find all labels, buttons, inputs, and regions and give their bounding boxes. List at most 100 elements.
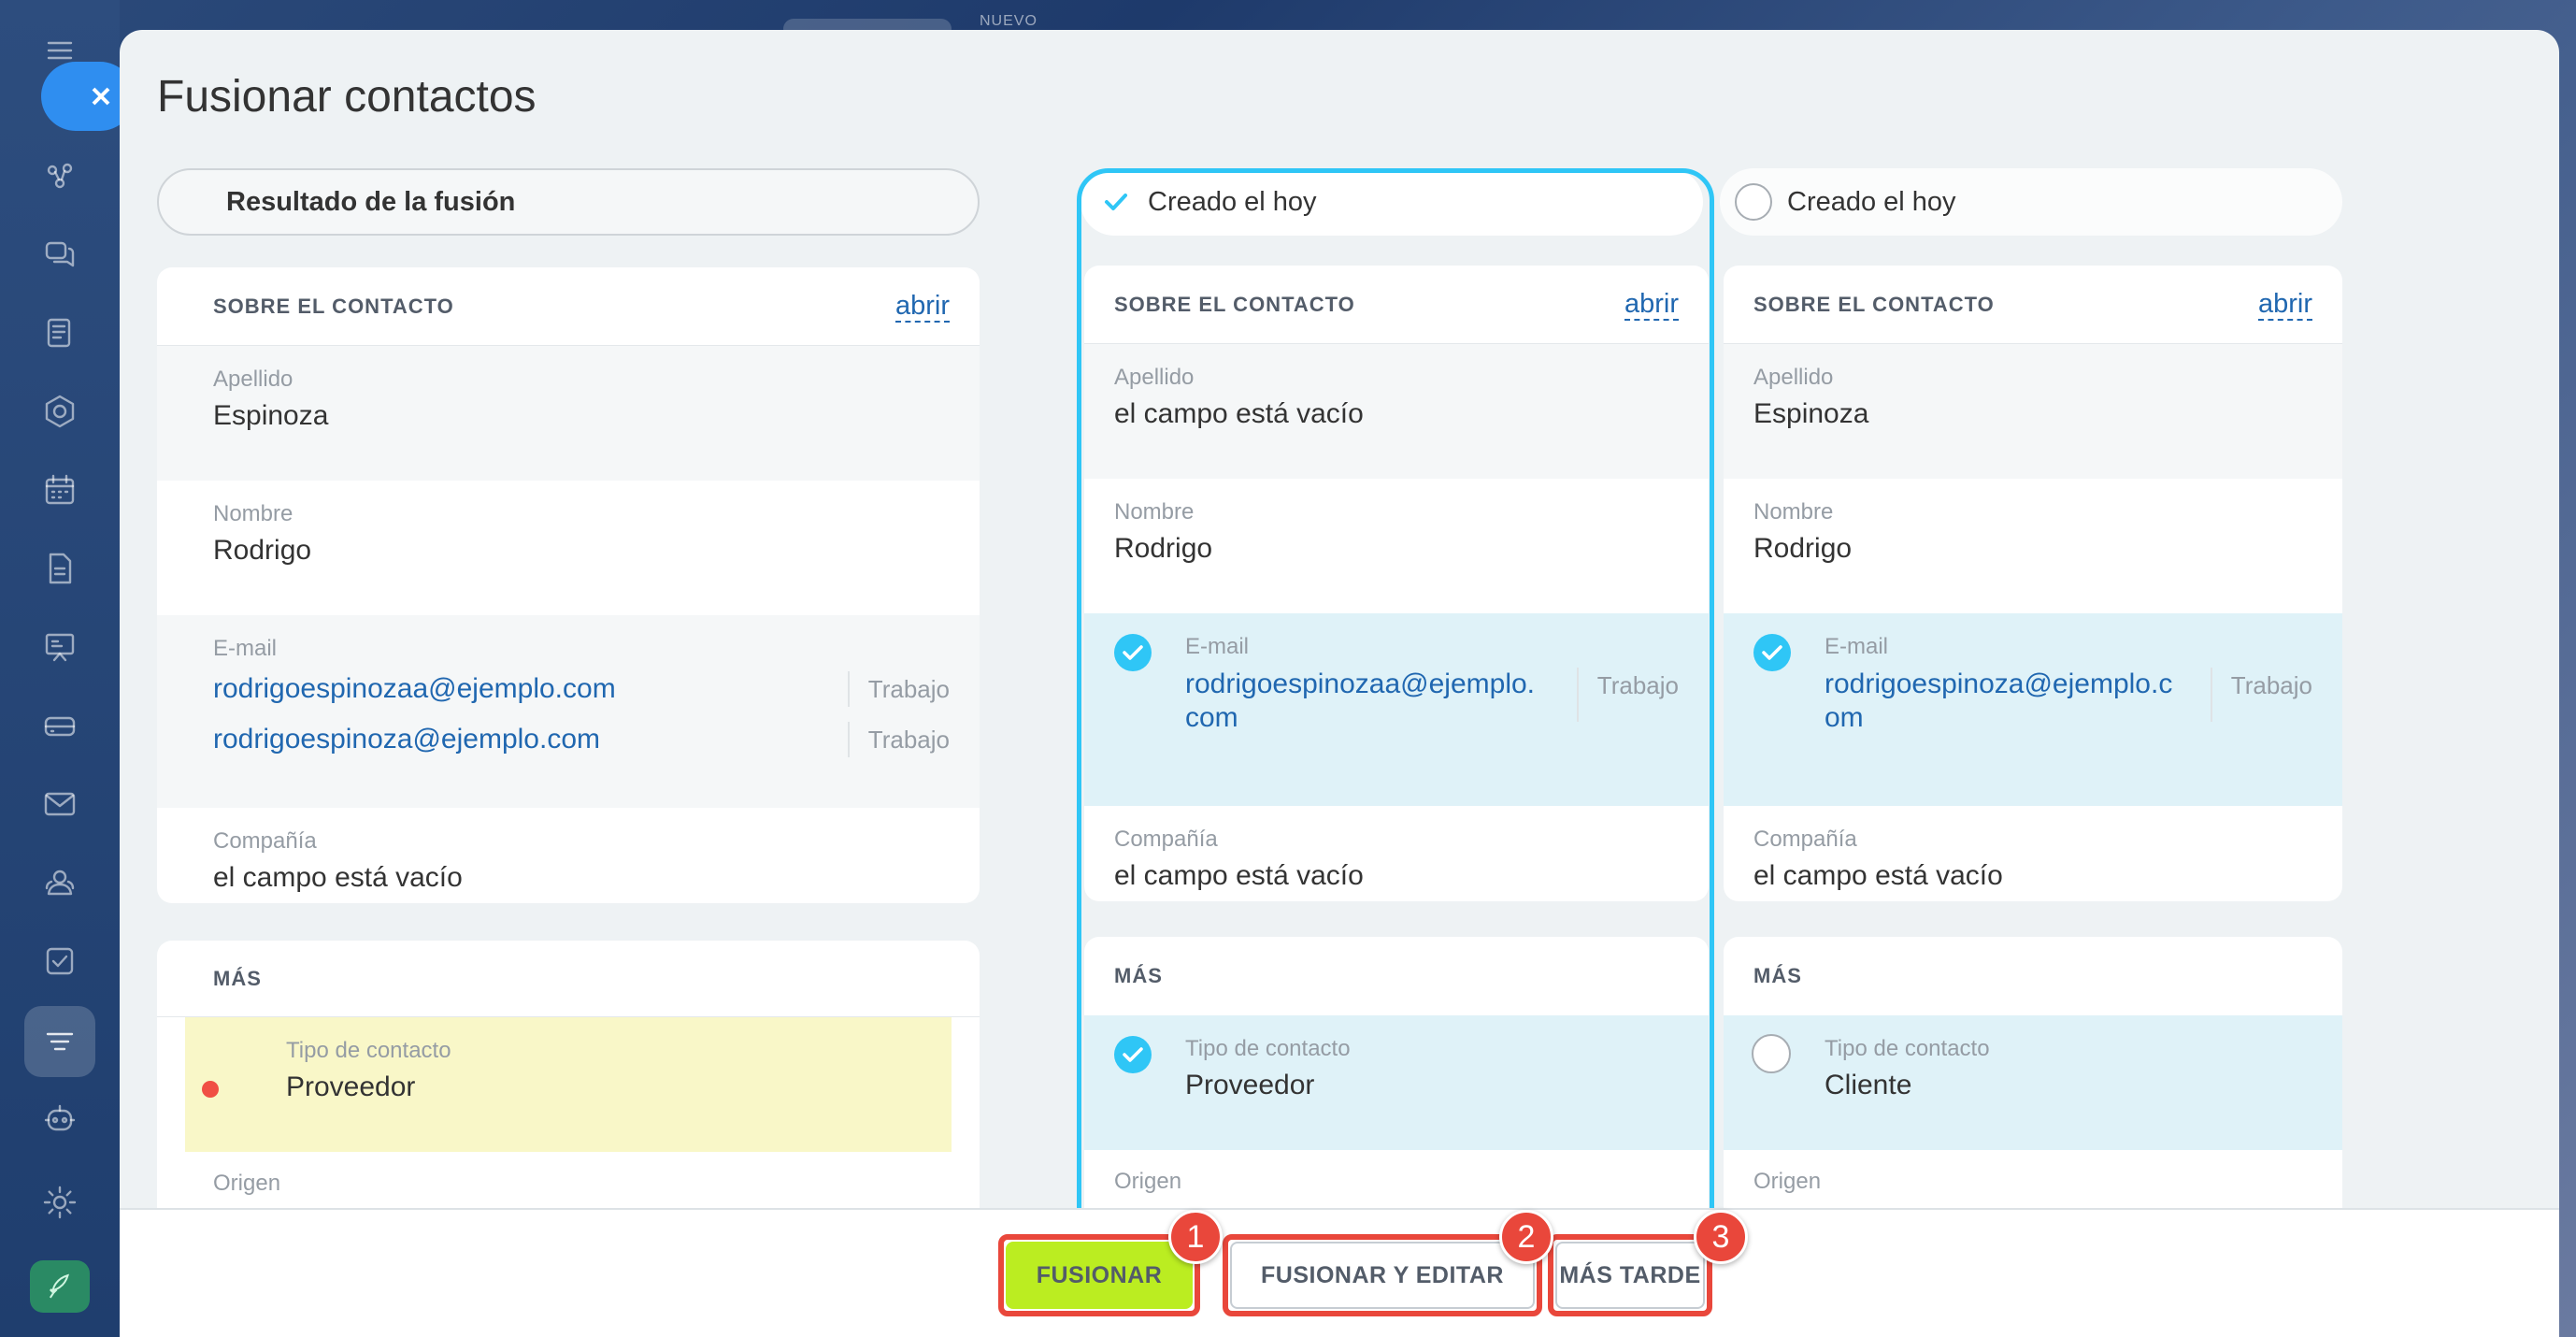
field-tipo-contacto[interactable]: Tipo de contacto Proveedor (1084, 1015, 1709, 1150)
merge-contacts-panel: Fusionar contactos Resultado de la fusió… (120, 30, 2559, 1337)
section-title: SOBRE EL CONTACTO (1114, 292, 1355, 316)
field-tipo-contacto: Tipo de contacto Proveedor (185, 1017, 952, 1152)
annotation-badge-1: 1 (1168, 1210, 1223, 1264)
field-value: el campo está vacío (1753, 860, 2003, 891)
source-column-2-label: Creado el hoy (1787, 186, 1956, 217)
check-icon[interactable] (1112, 632, 1153, 673)
email-type: Trabajo (847, 722, 950, 757)
source-column-2-radio[interactable] (1735, 183, 1772, 221)
field-nombre: Nombre Rodrigo (1084, 479, 1709, 613)
field-nombre: Nombre Rodrigo (1724, 479, 2342, 613)
field-value: Rodrigo (1114, 533, 1213, 564)
field-label: Compañía (1114, 827, 1218, 852)
field-apellido: Apellido Espinoza (157, 346, 980, 481)
field-compania: Compañía el campo está vacío (1084, 806, 1709, 901)
close-icon (92, 87, 110, 106)
field-compania: Compañía el campo está vacío (157, 808, 980, 903)
source1-about-card: SOBRE EL CONTACTO abrir Apellido el campo… (1084, 266, 1709, 901)
field-email[interactable]: E-mail rodrigoespinoza@ejemplo.c om Traba… (1724, 613, 2342, 806)
page-title: Fusionar contactos (157, 72, 537, 122)
annotation-badge-2: 2 (1499, 1210, 1553, 1264)
background-label: NUEVO (980, 13, 1038, 29)
email-type: Trabajo (1576, 668, 1679, 722)
result-column-header: Resultado de la fusión (157, 168, 980, 236)
field-email: E-mail rodrigoespinozaa@ejemplo.com Trab… (157, 615, 980, 808)
left-sidebar (0, 0, 120, 1337)
hexagon-icon[interactable] (36, 387, 84, 436)
field-value: el campo está vacío (1114, 860, 1364, 891)
field-label: Tipo de contacto (286, 1038, 451, 1063)
field-origen: Origen (1084, 1150, 1709, 1195)
field-label: Apellido (213, 367, 293, 392)
crm-icon[interactable] (36, 1017, 84, 1066)
field-origen: Origen (1724, 1150, 2342, 1195)
email-link[interactable]: rodrigoespinozaa@ejemplo.com (213, 672, 616, 706)
check-icon[interactable] (1752, 632, 1793, 673)
field-value: Proveedor (286, 1071, 416, 1102)
drive-icon[interactable] (36, 701, 84, 750)
check-icon (1105, 194, 1127, 210)
activity-icon[interactable] (36, 151, 84, 200)
contacts-icon[interactable] (36, 858, 84, 907)
rocket-icon[interactable] (30, 1260, 90, 1313)
field-value: el campo está vacío (1114, 398, 1364, 429)
field-label: E-mail (1185, 634, 1250, 659)
mail-icon[interactable] (36, 780, 84, 828)
field-label: E-mail (1825, 634, 1889, 659)
field-value: el campo está vacío (213, 862, 463, 893)
field-label: Nombre (213, 501, 293, 526)
field-email[interactable]: E-mail rodrigoespinozaa@ejemplo. com Trab… (1084, 613, 1709, 806)
field-label: Nombre (1753, 499, 1834, 525)
field-value: Espinoza (213, 400, 329, 431)
email-link[interactable]: rodrigoespinoza@ejemplo.com (213, 723, 600, 756)
result-about-card: SOBRE EL CONTACTO abrir Apellido Espinoza… (157, 267, 980, 903)
source-column-1-label: Creado el hoy (1148, 186, 1317, 217)
field-value: Proveedor (1185, 1070, 1315, 1100)
field-value: Rodrigo (1753, 533, 1853, 564)
source-column-1-header[interactable]: Creado el hoy (1080, 168, 1703, 236)
field-label: Origen (213, 1171, 281, 1196)
field-label: Apellido (1753, 365, 1834, 390)
chat-icon[interactable] (36, 230, 84, 279)
field-label: Nombre (1114, 499, 1195, 525)
field-label: Origen (1114, 1169, 1182, 1194)
field-label: Tipo de contacto (1825, 1036, 1990, 1061)
email-link[interactable]: rodrigoespinoza@ejemplo.com (1825, 668, 2172, 735)
feed-icon[interactable] (36, 309, 84, 357)
open-link[interactable]: abrir (2257, 289, 2312, 321)
email-type: Trabajo (847, 671, 950, 707)
open-link[interactable]: abrir (1624, 289, 1679, 321)
robot-icon[interactable] (36, 1094, 84, 1143)
settings-icon[interactable] (36, 1178, 84, 1227)
section-title: MÁS (1114, 964, 1163, 987)
field-value: Cliente (1825, 1070, 1912, 1100)
tipo-contacto-radio[interactable] (1752, 1034, 1791, 1073)
field-origen: Origen (157, 1152, 980, 1197)
source-column-2-header[interactable]: Creado el hoy (1720, 168, 2342, 236)
field-tipo-contacto[interactable]: Tipo de contacto Cliente (1724, 1015, 2342, 1150)
field-value: Espinoza (1753, 398, 1869, 429)
field-label: Tipo de contacto (1185, 1036, 1351, 1061)
later-button[interactable]: MÁS TARDE (1555, 1242, 1705, 1309)
field-nombre: Nombre Rodrigo (157, 481, 980, 615)
annotation-badge-3: 3 (1694, 1210, 1748, 1264)
field-apellido: Apellido el campo está vacío (1084, 344, 1709, 479)
field-apellido: Apellido Espinoza (1724, 344, 2342, 479)
open-link[interactable]: abrir (894, 291, 950, 323)
section-title: MÁS (1753, 964, 1802, 987)
calendar-icon[interactable] (36, 466, 84, 514)
merge-and-edit-button[interactable]: FUSIONAR Y EDITAR (1230, 1242, 1535, 1309)
tasks-icon[interactable] (36, 937, 84, 985)
email-row: rodrigoespinoza@ejemplo.com Trabajo (213, 722, 950, 757)
field-label: E-mail (213, 636, 278, 661)
email-link[interactable]: rodrigoespinozaa@ejemplo.com (1185, 668, 1535, 735)
board-icon[interactable] (36, 623, 84, 671)
field-label: Compañía (1753, 827, 1857, 852)
document-icon[interactable] (36, 544, 84, 593)
field-compania: Compañía el campo está vacío (1724, 806, 2342, 901)
field-value: Rodrigo (213, 535, 312, 566)
field-label: Compañía (213, 828, 317, 854)
check-icon[interactable] (1112, 1034, 1153, 1075)
merge-button[interactable]: FUSIONAR (1006, 1242, 1193, 1309)
section-title: MÁS (213, 966, 262, 990)
